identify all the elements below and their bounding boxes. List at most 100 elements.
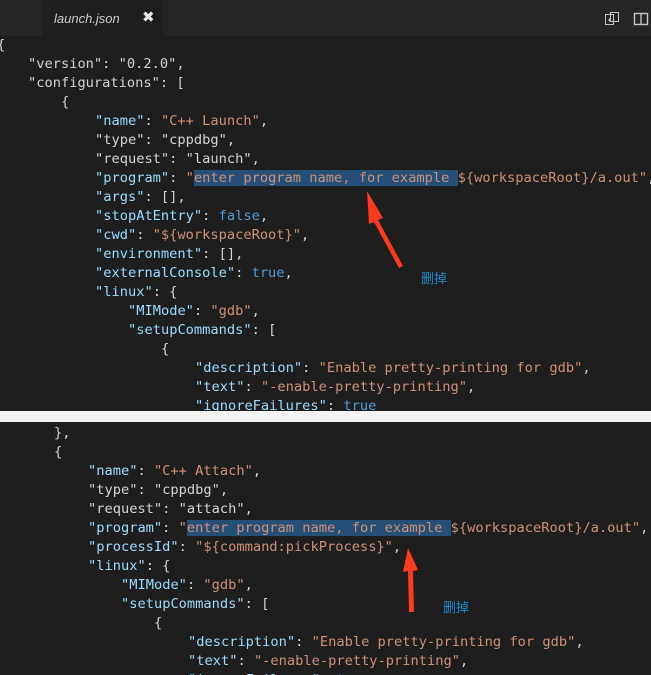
code-token: , — [244, 577, 253, 593]
code-token: : — [162, 520, 179, 536]
code-token: "externalConsole" — [95, 265, 236, 281]
code-token: { — [154, 615, 163, 631]
code-token: : [ — [159, 75, 185, 91]
tab-bar: launch.json ✖ — [0, 0, 651, 36]
code-token: , — [284, 265, 293, 281]
code-token: : — [136, 227, 153, 243]
code-token: "name" — [88, 463, 138, 479]
code-token: true — [251, 265, 285, 281]
code-line: "environment": [], — [95, 245, 243, 264]
code-token: "version" — [28, 56, 103, 72]
code-token: : — [193, 303, 211, 319]
code-line: { — [61, 93, 69, 112]
code-token: "gdb" — [203, 577, 245, 593]
code-editor-bottom[interactable]: },{"name": "C++ Attach", "type": "cppdbg"… — [0, 422, 651, 675]
code-token: : { — [145, 558, 171, 574]
code-token: , — [301, 227, 310, 243]
code-line: "configurations": [ — [28, 74, 185, 93]
code-token: : — [186, 577, 204, 593]
code-line: "processId": "${command:pickProcess}", — [88, 538, 401, 557]
code-line: "name": "C++ Launch", — [95, 112, 268, 131]
code-token: "-enable-pretty-printing" — [260, 379, 467, 395]
code-line: "setupCommands": [ — [128, 321, 276, 340]
code-token: , — [219, 482, 229, 498]
code-token: "Enable pretty-printing for gdb" — [311, 634, 576, 650]
code-line: }, — [54, 424, 70, 443]
code-line: "args": [], — [95, 188, 186, 207]
code-token: { — [0, 37, 5, 53]
code-token: "attach" — [178, 501, 245, 517]
code-line: "description": "Enable pretty-printing f… — [188, 633, 584, 652]
tab-label: launch.json — [54, 11, 120, 26]
code-token: "type" — [95, 132, 145, 148]
code-token: "description" — [188, 634, 296, 650]
code-line: "type": "cppdbg", — [95, 131, 235, 150]
code-token: "C++ Attach" — [153, 463, 253, 479]
code-token: , — [252, 463, 262, 479]
code-line: "request": "attach", — [88, 500, 253, 519]
code-token: { — [161, 341, 170, 357]
code-line: "linux": { — [95, 283, 177, 302]
split-editor-icon[interactable] — [633, 11, 649, 31]
tab-launch-json[interactable]: launch.json ✖ — [42, 0, 163, 36]
code-token: false — [218, 208, 260, 224]
code-token: "type" — [88, 482, 138, 498]
code-token: "environment" — [95, 246, 203, 262]
code-token: : — [302, 360, 319, 376]
code-token: , — [647, 170, 651, 186]
code-token: "linux" — [88, 558, 146, 574]
code-token: "stopAtEntry" — [95, 208, 203, 224]
code-token: "cppdbg" — [160, 132, 227, 148]
code-token: , — [259, 208, 269, 224]
code-line: "description": "Enable pretty-printing f… — [195, 359, 591, 378]
code-token: "program" — [88, 520, 163, 536]
code-token: "${command:pickProcess}" — [195, 539, 393, 555]
code-token: , — [176, 56, 185, 72]
code-line: "name": "C++ Attach", — [88, 462, 261, 481]
code-token: : [ — [251, 322, 277, 338]
annotation-delete-bottom: 删掉 — [443, 601, 470, 616]
code-token: , — [459, 653, 469, 669]
code-token: , — [226, 132, 236, 148]
code-line: "externalConsole": true, — [95, 264, 293, 283]
open-changes-icon[interactable] — [604, 11, 620, 31]
code-token: "text" — [188, 653, 238, 669]
code-token: "program" — [95, 170, 170, 186]
code-token: "MIMode" — [128, 303, 194, 319]
code-token: : — [102, 56, 119, 72]
close-icon[interactable]: ✖ — [142, 8, 155, 26]
code-line: { — [161, 340, 169, 359]
code-line: "cwd": "${workspaceRoot}", — [95, 226, 309, 245]
code-token: "processId" — [88, 539, 179, 555]
code-token: { — [61, 94, 70, 110]
code-token: , — [640, 520, 649, 536]
code-token: : { — [152, 284, 178, 300]
code-token: "${workspaceRoot}" — [152, 227, 302, 243]
code-token: "cppdbg" — [153, 482, 220, 498]
code-token: , — [575, 634, 584, 650]
code-token: " — [178, 520, 187, 536]
code-token: "request" — [95, 151, 170, 167]
code-token: : — [178, 539, 196, 555]
code-token: : — [235, 265, 252, 281]
code-line: "program": "enter program name, for exam… — [95, 169, 651, 188]
code-token: "ignoreFailures" — [195, 398, 327, 411]
code-token: "linux" — [95, 284, 153, 300]
code-token: "text" — [195, 379, 245, 395]
code-token: : [], — [144, 189, 186, 205]
code-token: : [], — [202, 246, 244, 262]
code-token: }, — [54, 425, 71, 441]
code-line: "ignoreFailures": true — [188, 671, 369, 675]
code-editor-top[interactable]: {"version": "0.2.0","configurations": [{… — [0, 36, 651, 411]
annotation-arrow-top — [367, 191, 403, 268]
code-token: "cwd" — [95, 227, 137, 243]
code-token: : — [202, 208, 219, 224]
code-token: , — [259, 113, 269, 129]
code-line: "stopAtEntry": false, — [95, 207, 268, 226]
code-token: : — [144, 132, 161, 148]
code-token: "setupCommands" — [121, 596, 245, 612]
code-token: "args" — [95, 189, 145, 205]
code-line: "version": "0.2.0", — [28, 55, 185, 74]
selected-text: enter program name, for example — [186, 520, 451, 536]
code-token: true — [343, 398, 377, 411]
